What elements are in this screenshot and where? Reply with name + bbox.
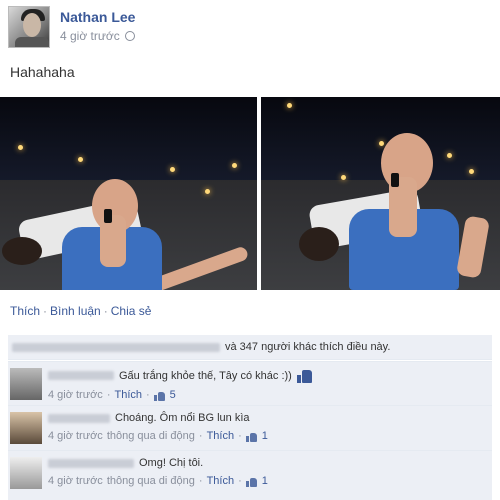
- author-avatar[interactable]: [8, 6, 50, 48]
- commenter-avatar[interactable]: [10, 368, 42, 400]
- comment-text: Omg! Chị tôi.: [139, 457, 204, 469]
- photo-2[interactable]: [261, 97, 500, 290]
- commenter-name-blurred[interactable]: [48, 458, 134, 468]
- thumbs-up-icon: [245, 431, 258, 442]
- comment-like-count[interactable]: 1: [262, 475, 268, 487]
- like-thumb-icon[interactable]: [296, 368, 313, 383]
- comment-like-count[interactable]: 5: [170, 389, 176, 401]
- likes-text[interactable]: và 347 người khác thích điều này.: [225, 341, 390, 353]
- commenter-name-blurred[interactable]: [48, 413, 110, 423]
- separator: ·: [103, 304, 108, 318]
- post-text: Hahahaha: [10, 64, 75, 80]
- post-meta: 4 giờ trước: [60, 29, 135, 43]
- separator: ·: [238, 475, 242, 487]
- post-photos: [0, 97, 500, 290]
- comment-time[interactable]: 4 giờ trước: [48, 389, 103, 401]
- author-name[interactable]: Nathan Lee: [60, 9, 135, 25]
- like-link[interactable]: Thích: [10, 304, 40, 318]
- comment-like-link[interactable]: Thích: [114, 389, 142, 401]
- comment-like-link[interactable]: Thích: [207, 475, 235, 487]
- separator: ·: [43, 304, 48, 318]
- comment-source[interactable]: thông qua di động: [107, 430, 195, 442]
- separator: ·: [238, 430, 242, 442]
- post-header: Nathan Lee 4 giờ trước: [8, 6, 135, 50]
- separator: ·: [146, 389, 150, 401]
- commenter-avatar[interactable]: [10, 457, 42, 489]
- comment: Gấu trắng khỏe thế, Tây có khác :)) 4 gi…: [8, 361, 492, 405]
- globe-icon: [124, 31, 135, 41]
- comment-source[interactable]: thông qua di động: [107, 475, 195, 487]
- comment-text: Choáng. Ôm nổi BG lun kìa: [115, 412, 250, 424]
- blurred-names: [12, 342, 220, 352]
- comment: Choáng. Ôm nổi BG lun kìa 4 giờ trước th…: [8, 405, 492, 450]
- thumbs-up-icon: [245, 476, 258, 487]
- separator: ·: [198, 475, 203, 487]
- post-time[interactable]: 4 giờ trước: [60, 29, 120, 43]
- comment-like-link[interactable]: Thích: [207, 430, 235, 442]
- comment-like-count[interactable]: 1: [262, 430, 268, 442]
- thumbs-up-icon: [153, 390, 166, 401]
- separator: ·: [106, 389, 111, 401]
- commenter-name-blurred[interactable]: [48, 371, 114, 380]
- likes-summary: và 347 người khác thích điều này.: [8, 335, 492, 360]
- comment: Omg! Chị tôi. 4 giờ trước thông qua di đ…: [8, 450, 492, 500]
- comment-text: Gấu trắng khỏe thế, Tây có khác :)): [119, 369, 292, 382]
- comment-time[interactable]: 4 giờ trước: [48, 475, 103, 487]
- commenter-avatar[interactable]: [10, 412, 42, 444]
- separator: ·: [198, 430, 203, 442]
- share-link[interactable]: Chia sẻ: [111, 304, 152, 318]
- comment-link[interactable]: Bình luận: [50, 304, 101, 318]
- photo-1[interactable]: [0, 97, 257, 290]
- post-actions: Thích · Bình luận · Chia sẻ: [10, 304, 151, 318]
- post-header-text: Nathan Lee 4 giờ trước: [60, 6, 135, 50]
- comment-time[interactable]: 4 giờ trước: [48, 430, 103, 442]
